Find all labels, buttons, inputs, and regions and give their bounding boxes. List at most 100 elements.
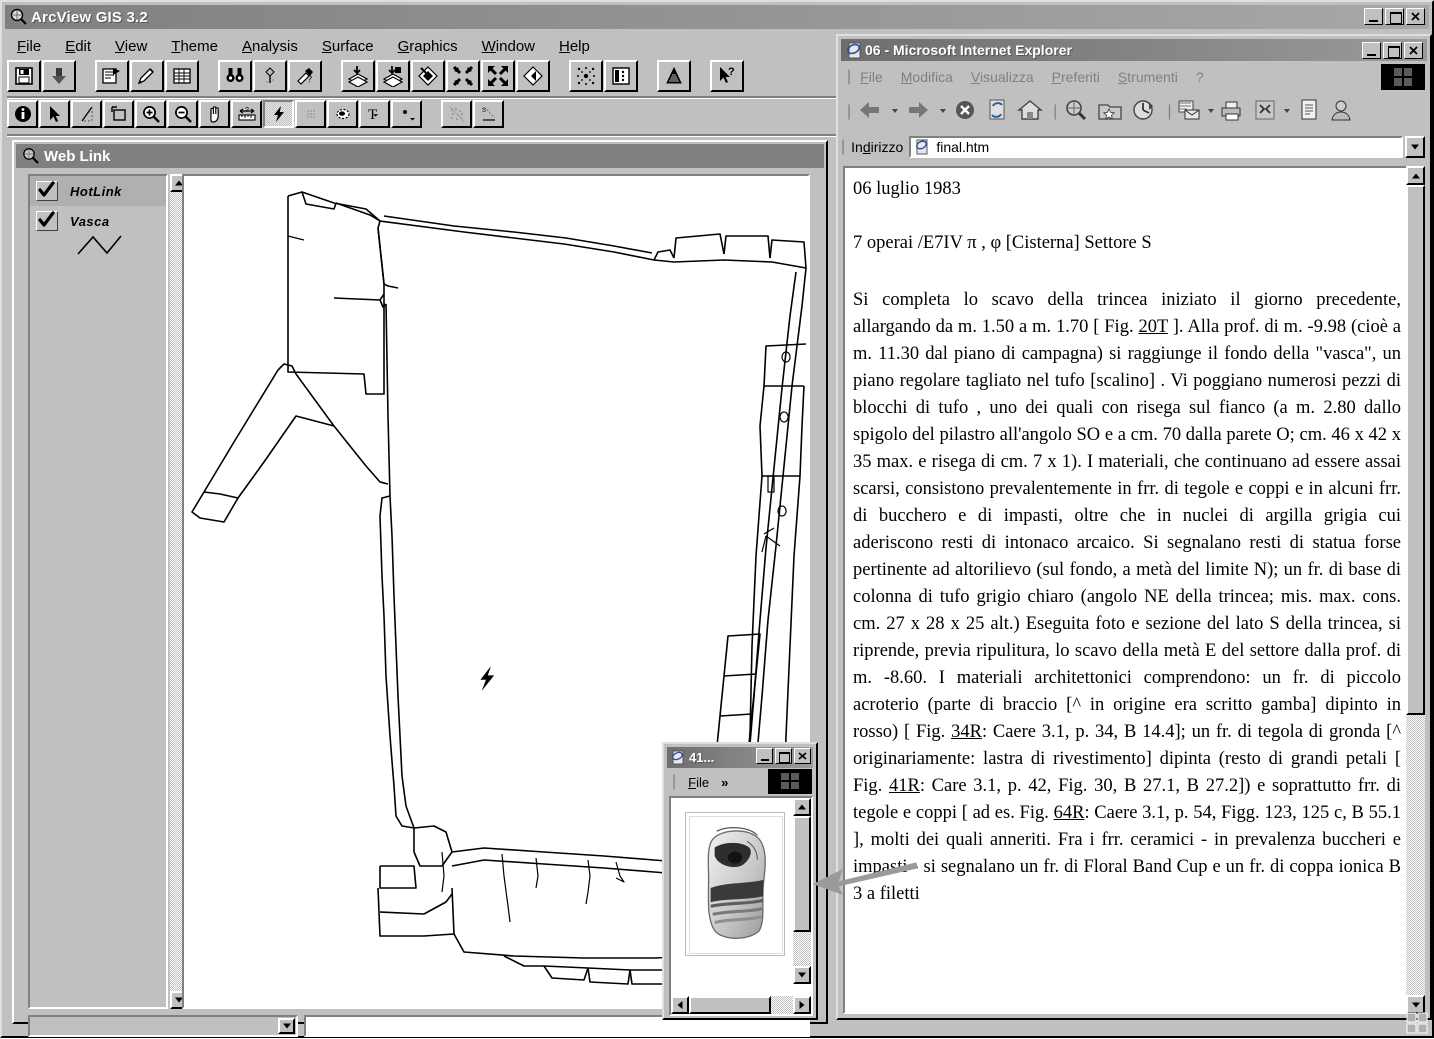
menu-window[interactable]: Window xyxy=(470,36,547,57)
theme-properties-icon[interactable] xyxy=(95,60,129,92)
history-icon[interactable] xyxy=(1129,97,1163,127)
measure-icon[interactable]: ? xyxy=(231,100,262,128)
ie-toolbar[interactable]: | | | xyxy=(841,93,1427,131)
view-title-bar[interactable]: Web Link xyxy=(16,144,824,168)
select-features-icon[interactable] xyxy=(569,60,603,92)
menu-graphics[interactable]: Graphics xyxy=(386,36,470,57)
image-vertical-scrollbar[interactable] xyxy=(793,798,811,984)
back-dropdown-icon[interactable] xyxy=(889,97,903,127)
image-window-menu-bar[interactable]: | File » xyxy=(668,769,812,794)
image-maximize-button[interactable] xyxy=(775,748,792,764)
scale-combo-dropdown-button[interactable] xyxy=(278,1018,295,1034)
legend-panel[interactable]: HotLink Vasca xyxy=(28,174,168,1009)
window-resize-grip[interactable] xyxy=(1406,1012,1428,1034)
zoom-out-icon[interactable] xyxy=(167,100,198,128)
image-scroll-down-button[interactable] xyxy=(793,966,811,984)
refresh-icon[interactable] xyxy=(983,97,1015,127)
zoom-in-fixed-icon[interactable] xyxy=(446,60,480,92)
zoom-previous-icon[interactable] xyxy=(516,60,550,92)
image-menu-file[interactable]: File xyxy=(680,775,717,790)
pointer-icon[interactable] xyxy=(39,100,70,128)
menu-theme[interactable]: Theme xyxy=(159,36,230,57)
vertex-edit-icon[interactable] xyxy=(71,100,102,128)
legend-tool-icon[interactable] xyxy=(441,100,472,128)
ie-menu-preferiti[interactable]: Preferiti xyxy=(1043,67,1109,87)
image-hscroll-track[interactable] xyxy=(689,996,793,1014)
doc-scroll-track[interactable] xyxy=(1406,185,1425,995)
clear-selected-icon[interactable] xyxy=(411,60,445,92)
checkbox-hotlink[interactable] xyxy=(36,181,58,201)
address-dropdown-button[interactable] xyxy=(1405,136,1425,158)
edit-dropdown-icon[interactable] xyxy=(1281,97,1295,127)
doc-scroll-up-button[interactable] xyxy=(1406,166,1425,185)
menu-help[interactable]: Help xyxy=(547,36,602,57)
window-controls[interactable] xyxy=(1362,8,1425,25)
ie-minimize-button[interactable] xyxy=(1362,42,1381,59)
text-tool-icon[interactable]: T xyxy=(359,100,390,128)
image-horizontal-scrollbar[interactable] xyxy=(671,996,811,1014)
ie-close-button[interactable] xyxy=(1404,42,1423,59)
image-vscroll-track[interactable] xyxy=(793,816,811,966)
image-scroll-right-button[interactable] xyxy=(793,996,811,1014)
chart-icon[interactable] xyxy=(657,60,691,92)
zoom-to-selected-icon[interactable] xyxy=(376,60,410,92)
scale-tool-icon[interactable]: S xyxy=(473,100,504,128)
figure-link[interactable]: 64R xyxy=(1054,803,1085,823)
home-icon[interactable] xyxy=(1015,97,1049,127)
mail-icon[interactable] xyxy=(1175,97,1205,127)
image-vscroll-thumb[interactable] xyxy=(793,816,811,932)
search-icon[interactable] xyxy=(1061,97,1095,127)
zoom-in-icon[interactable] xyxy=(135,100,166,128)
menu-surface[interactable]: Surface xyxy=(310,36,386,57)
image-hscroll-thumb[interactable] xyxy=(689,996,771,1014)
stop-icon[interactable] xyxy=(951,97,983,127)
query-builder-icon[interactable]: ? xyxy=(288,60,322,92)
back-arrow-icon[interactable] xyxy=(855,97,889,127)
select-box-icon[interactable] xyxy=(103,100,134,128)
image-scroll-left-button[interactable] xyxy=(671,996,689,1014)
draw-point-icon[interactable] xyxy=(391,100,422,128)
menu-overflow-button[interactable]: » xyxy=(717,775,732,790)
select-circle-icon[interactable] xyxy=(327,100,358,128)
menu-view[interactable]: View xyxy=(103,36,159,57)
area-of-interest-icon[interactable] xyxy=(295,100,326,128)
open-layout-icon[interactable] xyxy=(604,60,638,92)
ie-window-controls[interactable] xyxy=(1360,42,1423,59)
mail-dropdown-icon[interactable] xyxy=(1205,97,1217,127)
ie-menu-help[interactable]: ? xyxy=(1187,67,1213,87)
image-scroll-up-button[interactable] xyxy=(793,798,811,816)
zoom-out-fixed-icon[interactable] xyxy=(481,60,515,92)
ie-menu-modifica[interactable]: Modifica xyxy=(892,67,962,87)
discuss-icon[interactable] xyxy=(1295,97,1327,127)
figure-link[interactable]: 34R xyxy=(951,722,982,742)
ie-menu-visualizza[interactable]: Visualizza xyxy=(962,67,1043,87)
help-pointer-icon[interactable]: ? xyxy=(710,60,744,92)
doc-scroll-thumb[interactable] xyxy=(1406,185,1425,715)
checkbox-vasca[interactable] xyxy=(36,211,58,231)
zoom-to-themes-icon[interactable] xyxy=(341,60,375,92)
scale-combo[interactable] xyxy=(28,1015,298,1037)
legend-item-hotlink[interactable]: HotLink xyxy=(30,176,166,206)
pan-hand-icon[interactable] xyxy=(199,100,230,128)
image-minimize-button[interactable] xyxy=(756,748,773,764)
arcview-title-bar[interactable]: ArcView GIS 3.2 xyxy=(5,5,1429,29)
address-input[interactable]: final.htm xyxy=(909,136,1403,158)
menu-file[interactable]: File xyxy=(5,36,53,57)
ie-document-area[interactable]: 06 luglio 1983 7 operai /E7IV π , φ [Cis… xyxy=(843,166,1425,1014)
hotlink-lightning-icon[interactable] xyxy=(263,100,294,128)
forward-arrow-icon[interactable] xyxy=(903,97,937,127)
maximize-button[interactable] xyxy=(1385,8,1404,25)
edit-legend-icon[interactable] xyxy=(130,60,164,92)
identify-icon[interactable] xyxy=(7,100,38,128)
close-button[interactable] xyxy=(1406,8,1425,25)
image-window-title-bar[interactable]: 41... xyxy=(667,747,813,768)
image-window-canvas[interactable] xyxy=(669,796,813,1016)
image-close-button[interactable] xyxy=(794,748,811,764)
document-scrollbar[interactable] xyxy=(1406,166,1425,1014)
add-theme-icon[interactable] xyxy=(42,60,76,92)
favorites-icon[interactable] xyxy=(1095,97,1129,127)
print-icon[interactable] xyxy=(1217,97,1251,127)
ie-maximize-button[interactable] xyxy=(1383,42,1402,59)
figure-link[interactable]: 20T xyxy=(1138,317,1167,337)
figure-link[interactable]: 41R xyxy=(889,776,920,796)
